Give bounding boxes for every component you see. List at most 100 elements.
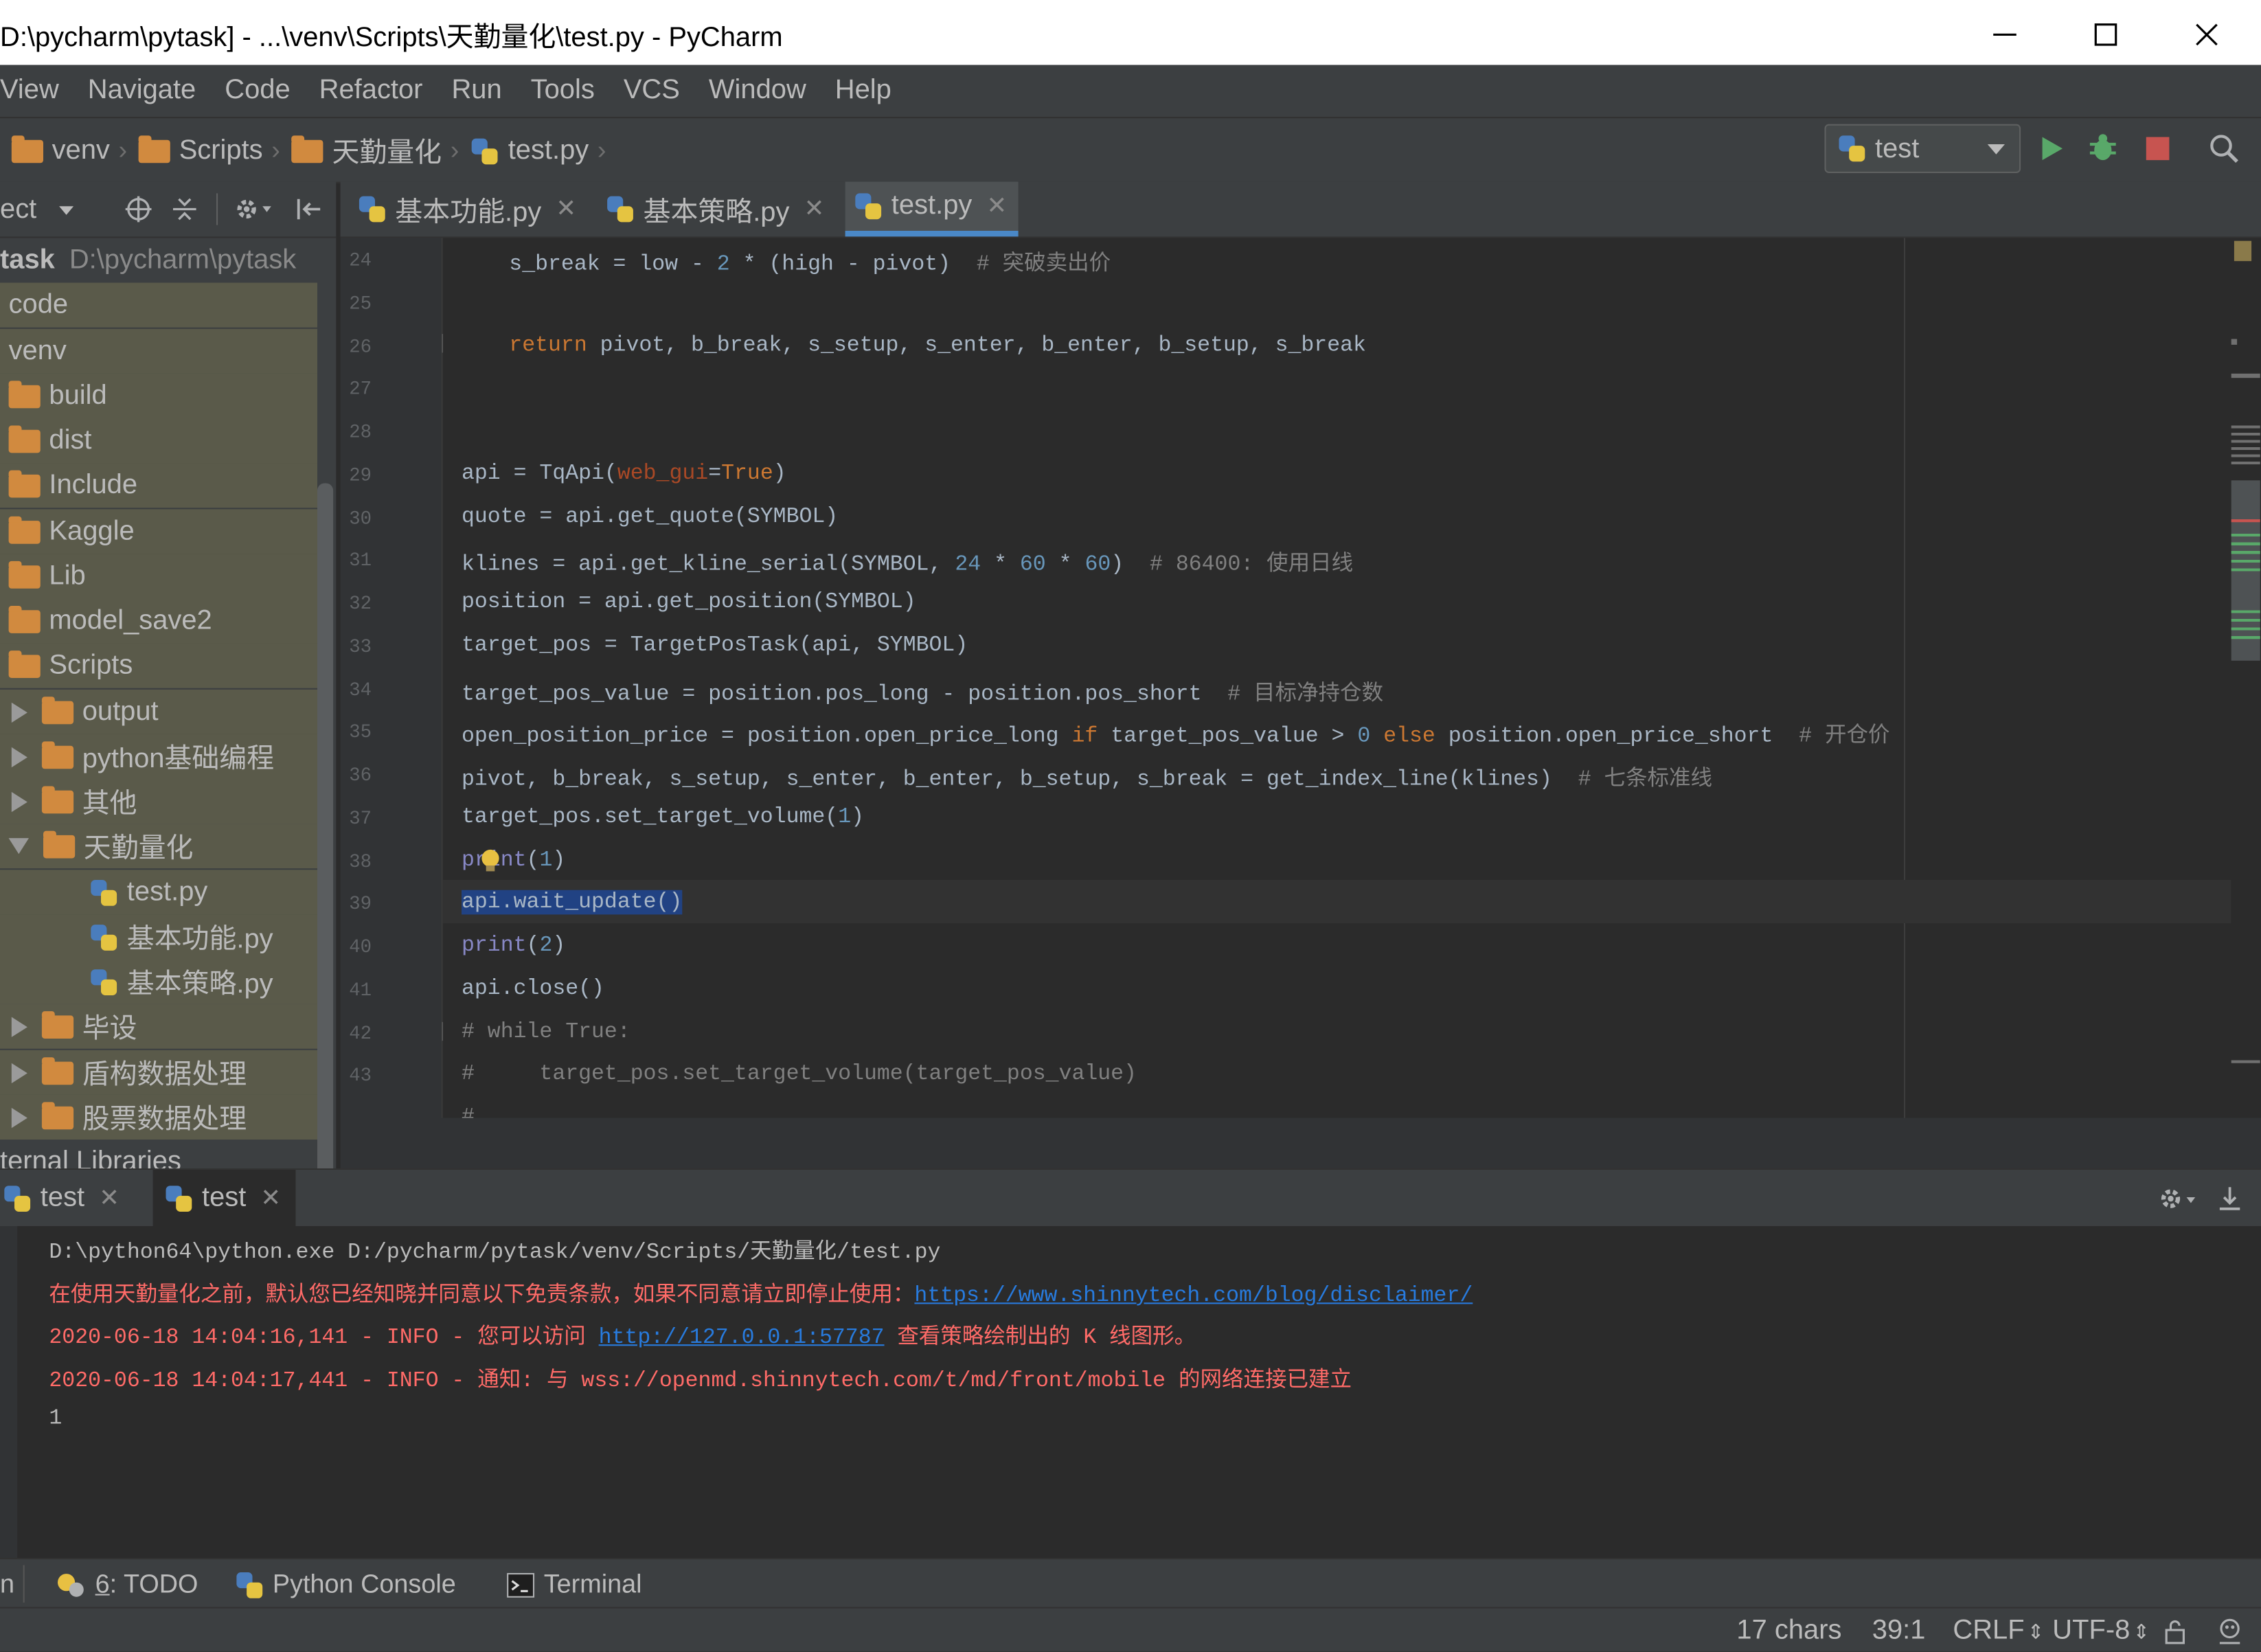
search-icon[interactable]: [2208, 133, 2240, 164]
breadcrumb-test-py[interactable]: test.py ›: [470, 135, 606, 166]
tab-basic-functions[interactable]: 基本功能.py ✕: [358, 182, 576, 237]
tree-item-tianqin[interactable]: 天勤量化: [0, 824, 317, 869]
tool-window-run[interactable]: n: [0, 1570, 14, 1600]
lock-icon[interactable]: [2163, 1618, 2187, 1644]
tree-item-output[interactable]: output: [0, 689, 317, 734]
expand-arrow-icon[interactable]: [11, 1062, 27, 1083]
code-line-40: print(2): [462, 933, 566, 958]
close-tab-icon[interactable]: ✕: [556, 195, 576, 224]
run-tab-label: test: [202, 1182, 247, 1214]
code-line-37: target_pos.set_target_volume(1): [462, 804, 865, 830]
breadcrumb-venv[interactable]: venv ›: [11, 135, 128, 166]
tree-item-stock-data[interactable]: 股票数据处理: [0, 1094, 317, 1140]
minimize-icon: [1993, 33, 2016, 36]
title-bar: D:\pycharm\pytask] - ...\venv\Scripts\天勤…: [0, 0, 2261, 67]
disclaimer-link[interactable]: https://www.shinnytech.com/blog/disclaim…: [914, 1284, 1473, 1309]
tree-item-test-py[interactable]: test.py: [0, 870, 317, 915]
chevron-right-icon: ›: [118, 135, 128, 165]
lightbulb-icon[interactable]: [479, 847, 502, 876]
run-icon[interactable]: [2035, 133, 2067, 164]
tree-item-basic-functions-py[interactable]: 基本功能.py: [0, 914, 317, 960]
tree-item-lib[interactable]: Lib: [0, 554, 317, 599]
folder-icon: [41, 1056, 74, 1085]
project-scrollbar[interactable]: [317, 483, 334, 1168]
tree-item-graduation[interactable]: 毕设: [0, 1004, 317, 1049]
maximize-button[interactable]: [2073, 9, 2139, 58]
code-editor[interactable]: s_break = low - 2 * (high - pivot) # 突破卖…: [442, 238, 2231, 1118]
tree-item-python-basics[interactable]: python基础编程: [0, 734, 317, 779]
tree-item-basic-strategy-py[interactable]: 基本策略.py: [0, 959, 317, 1004]
tree-item-kaggle[interactable]: Kaggle: [0, 509, 317, 554]
close-tab-icon[interactable]: ✕: [260, 1184, 281, 1213]
collapse-all-icon[interactable]: [170, 195, 199, 224]
run-console[interactable]: D:\python64\python.exe D:/pycharm/pytask…: [0, 1225, 2261, 1558]
tree-item-scripts[interactable]: Scripts: [0, 643, 317, 688]
code-line-39: api.wait_update(): [462, 890, 683, 915]
tree-item-external-libraries[interactable]: ternal Libraries: [0, 1140, 317, 1168]
locate-icon[interactable]: [124, 195, 153, 224]
run-tab-test-1[interactable]: test ✕: [0, 1170, 134, 1227]
debug-icon[interactable]: [2087, 133, 2119, 164]
menu-navigate[interactable]: Navigate: [88, 75, 196, 106]
tree-item-shield-data[interactable]: 盾构数据处理: [0, 1050, 317, 1095]
menu-run[interactable]: Run: [451, 75, 501, 106]
local-web-gui-link[interactable]: http://127.0.0.1:57787: [599, 1326, 885, 1350]
expand-arrow-icon[interactable]: [11, 701, 27, 723]
project-panel-title[interactable]: ect: [0, 195, 36, 227]
code-line-32: position = api.get_position(SYMBOL): [462, 589, 916, 615]
tree-root[interactable]: task D:\pycharm\pytask: [0, 238, 317, 282]
tree-item-code[interactable]: code: [0, 282, 317, 328]
folder-icon: [8, 380, 41, 408]
encoding-widget[interactable]: UTF-8 ⇕: [2052, 1616, 2150, 1647]
breadcrumb-tianqin[interactable]: 天勤量化 ›: [291, 131, 459, 170]
menu-code[interactable]: Code: [225, 75, 290, 106]
editor-tab-bar: 基本功能.py ✕ 基本策略.py ✕ test.py ✕: [340, 181, 2261, 238]
tool-window-todo[interactable]: 6: TODO: [55, 1570, 198, 1600]
breadcrumb-scripts[interactable]: Scripts ›: [138, 135, 280, 166]
inspection-status-icon[interactable]: [2234, 240, 2252, 262]
close-button[interactable]: [2174, 9, 2240, 58]
line-number: 38: [349, 851, 372, 873]
tree-item-label: model_save2: [49, 604, 212, 636]
tab-basic-strategy[interactable]: 基本策略.py ✕: [606, 182, 824, 237]
menu-help[interactable]: Help: [835, 75, 891, 106]
menu-refactor[interactable]: Refactor: [319, 75, 423, 106]
run-tab-test-2[interactable]: test ✕: [152, 1170, 296, 1228]
menu-view[interactable]: View: [0, 75, 59, 106]
expand-arrow-icon[interactable]: [11, 746, 27, 767]
menu-window[interactable]: Window: [709, 75, 806, 106]
line-number: 32: [349, 593, 372, 615]
tool-window-label: Python Console: [272, 1569, 456, 1598]
line-separator-widget[interactable]: CRLF ⇕: [1953, 1616, 2044, 1647]
line-number: 37: [349, 808, 372, 830]
expand-arrow-icon[interactable]: [11, 1107, 27, 1128]
tree-item-dist[interactable]: dist: [0, 418, 317, 464]
tab-test-py[interactable]: test.py ✕: [845, 181, 1019, 237]
stop-icon[interactable]: [2141, 133, 2173, 164]
gear-icon[interactable]: [2156, 1184, 2199, 1213]
tree-item-venv[interactable]: venv: [0, 328, 317, 374]
minimize-button[interactable]: [1972, 9, 2038, 58]
expand-arrow-icon[interactable]: [11, 1016, 27, 1037]
expand-arrow-icon[interactable]: [11, 791, 27, 812]
chevron-down-icon[interactable]: [58, 203, 75, 218]
inspector-icon[interactable]: [2214, 1616, 2245, 1647]
close-tab-icon[interactable]: ✕: [804, 195, 824, 224]
collapse-arrow-icon[interactable]: [8, 838, 30, 855]
hide-panel-icon[interactable]: [294, 195, 323, 224]
run-configuration-select[interactable]: test: [1824, 124, 2021, 173]
tool-window-terminal[interactable]: Terminal: [506, 1570, 642, 1600]
menu-tools[interactable]: Tools: [531, 75, 595, 106]
minimize-panel-icon[interactable]: [2216, 1184, 2245, 1213]
tool-window-python-console[interactable]: Python Console: [235, 1569, 456, 1600]
tree-item-include[interactable]: Include: [0, 463, 317, 508]
close-tab-icon[interactable]: ✕: [986, 192, 1007, 220]
chevron-right-icon: ›: [450, 135, 459, 165]
tree-item-model-save2[interactable]: model_save2: [0, 598, 317, 644]
tree-item-build[interactable]: build: [0, 373, 317, 418]
close-tab-icon[interactable]: ✕: [99, 1184, 120, 1213]
menu-vcs[interactable]: VCS: [624, 75, 680, 106]
tree-item-other[interactable]: 其他: [0, 779, 317, 824]
gear-icon[interactable]: [234, 195, 274, 224]
caret-position[interactable]: 39:1: [1872, 1616, 1926, 1647]
